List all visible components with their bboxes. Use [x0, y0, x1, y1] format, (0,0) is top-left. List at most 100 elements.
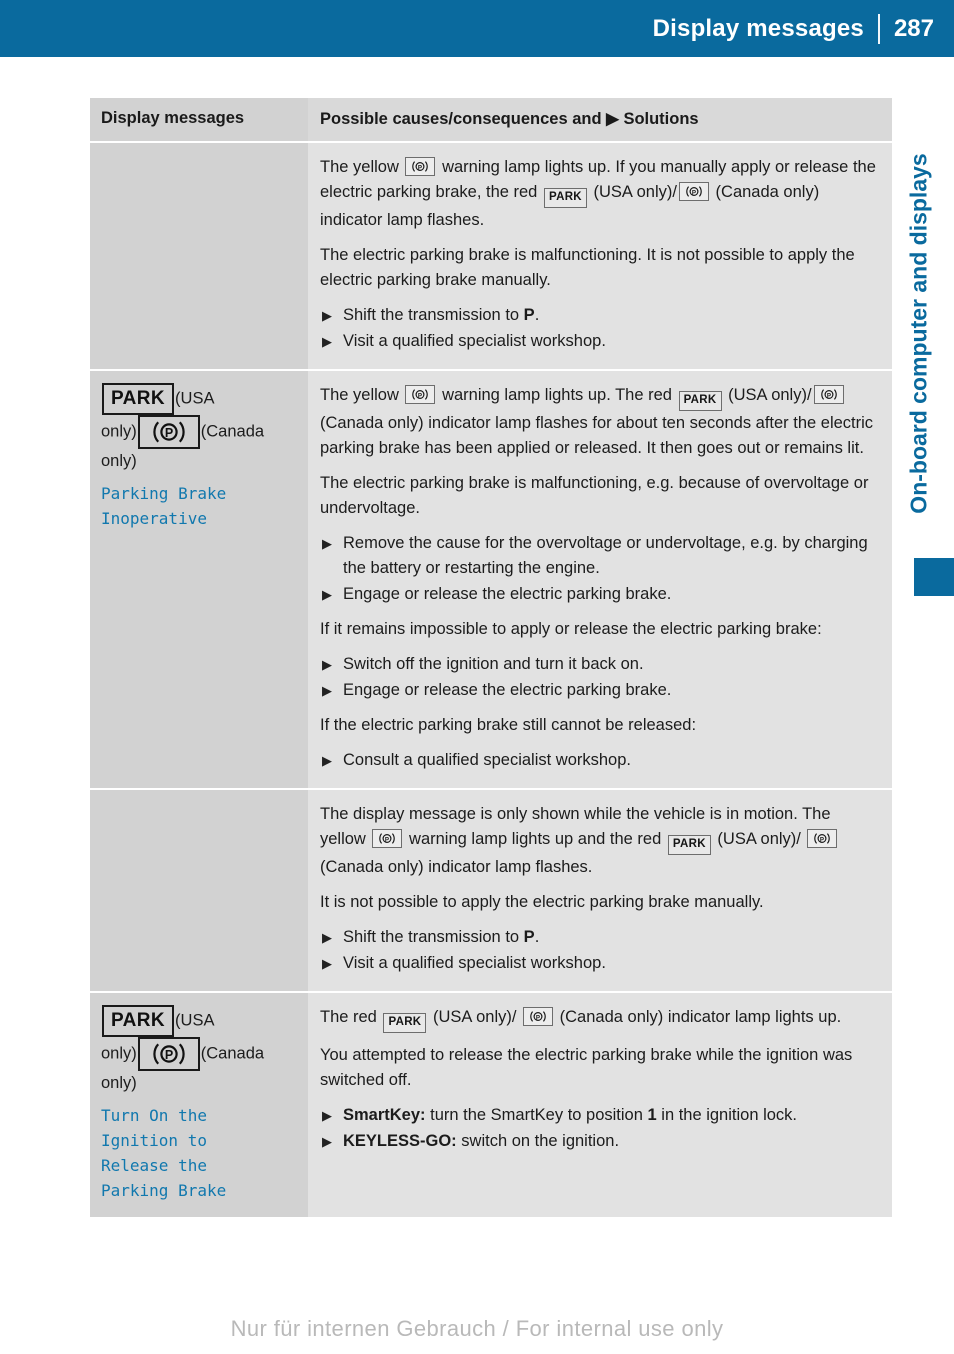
- list-item: ▶ Visit a qualified specialist workshop.: [320, 329, 878, 354]
- row3-p1-text-c: (USA only)/: [717, 830, 801, 848]
- row4-icon-line-2: only) P (Canada: [101, 1037, 296, 1071]
- row3-bullet1-b: P: [523, 928, 535, 946]
- row2-icon-line: PARK (USA: [101, 383, 296, 415]
- row4-paragraph-2: You attempted to release the electric pa…: [320, 1046, 853, 1089]
- row2-only-close-2: only): [101, 452, 137, 470]
- row4-p1-text-a: The red: [320, 1008, 377, 1026]
- table-header-row: Display messages Possible causes/consequ…: [90, 98, 892, 141]
- row2-solutions-list-3: ▶ Consult a qualified specialist workshop…: [320, 748, 878, 773]
- row2-display-message: Parking Brake Inoperative: [101, 481, 296, 531]
- brake-warning-lamp-icon: P: [137, 415, 200, 449]
- row4-message-line-2: Ignition to: [101, 1131, 207, 1150]
- svg-text:P: P: [385, 837, 389, 844]
- row2-bullet3: Switch off the ignition and turn it back…: [343, 655, 644, 673]
- svg-text:P: P: [826, 393, 830, 400]
- row2-solutions-list-2: ▶ Switch off the ignition and turn it bac…: [320, 652, 878, 703]
- row2-bullet1: Remove the cause for the overvoltage or …: [343, 534, 868, 577]
- row4-canada-open: (Canada: [200, 1044, 265, 1063]
- row3-paragraph-2: It is not possible to apply the electric…: [320, 893, 764, 911]
- row3-solutions-list: ▶ Shift the transmission to P. ▶ Visit a q…: [320, 925, 878, 976]
- row3-paragraph-1: The display message is only shown while …: [320, 802, 878, 880]
- row2-p1-text-c: (USA only)/: [728, 386, 812, 404]
- bullet-triangle-icon: ▶: [322, 587, 332, 602]
- row4-message-line-1: Turn On the: [101, 1106, 207, 1125]
- row2-paragraph-3: If it remains impossible to apply or rel…: [320, 620, 822, 638]
- row4-p1-text-c: (Canada only) indicator lamp lights up.: [559, 1008, 842, 1026]
- list-item: ▶ Switch off the ignition and turn it bac…: [320, 652, 878, 677]
- solutions-triangle-icon: ▶: [606, 110, 619, 128]
- svg-text:P: P: [536, 1015, 540, 1022]
- row4-solutions-list: ▶ SmartKey: turn the SmartKey to position…: [320, 1103, 878, 1154]
- row3-causes-cell: The display message is only shown while …: [308, 790, 892, 991]
- brake-warning-lamp-icon: P: [137, 1037, 200, 1071]
- chapter-tab-marker: [914, 558, 954, 596]
- row2-solutions-list-1: ▶ Remove the cause for the overvoltage or…: [320, 531, 878, 607]
- row2-only-close: only): [101, 422, 137, 441]
- footer-watermark: Nur für internen Gebrauch / For internal…: [230, 1316, 724, 1341]
- row2-causes-cell: The yellow P warning lamp lights up. The…: [308, 371, 892, 788]
- row4-paragraph-1: The red PARK (USA only)/ P (Canada only)…: [320, 1005, 878, 1033]
- list-item: ▶ Engage or release the electric parking …: [320, 678, 878, 703]
- row4-bullet1-label: SmartKey:: [343, 1106, 426, 1124]
- table-header-cell-right: Possible causes/consequences and ▶ Solut…: [308, 98, 892, 141]
- svg-text:P: P: [418, 393, 422, 400]
- list-item: ▶ Visit a qualified specialist workshop.: [320, 951, 878, 976]
- row2-bullet5: Consult a qualified specialist workshop.: [343, 751, 631, 769]
- list-item: ▶ Shift the transmission to P.: [320, 303, 878, 328]
- row1-causes-cell: The yellow P warning lamp lights up. If …: [308, 143, 892, 369]
- svg-text:P: P: [165, 426, 173, 440]
- brake-warning-lamp-icon: P: [678, 182, 709, 201]
- row1-bullet2: Visit a qualified specialist workshop.: [343, 332, 606, 350]
- row4-message-cell: PARK (USA only) P (Canada only) Turn On t…: [90, 993, 308, 1217]
- row1-bullet1-c: .: [534, 306, 540, 324]
- page-title: Display messages: [652, 15, 864, 42]
- row2-p1-text-a: The yellow: [320, 386, 399, 404]
- row4-bullet2-b: switch on the ignition.: [456, 1132, 620, 1150]
- header-divider: [877, 13, 880, 44]
- svg-text:P: P: [820, 837, 824, 844]
- row2-usa-open: (USA: [175, 389, 215, 408]
- row4-bullet1-d: in the ignition lock.: [656, 1106, 798, 1124]
- column-header-causes-prefix: Possible causes/consequences and: [320, 110, 602, 128]
- row3-p1-text-d: (Canada only) indicator lamp flashes.: [320, 858, 593, 876]
- brake-warning-lamp-icon: P: [807, 829, 838, 848]
- bullet-triangle-icon: ▶: [322, 753, 332, 768]
- row1-paragraph-2: The electric parking brake is malfunctio…: [320, 246, 855, 289]
- column-header-display-messages: Display messages: [101, 109, 245, 127]
- svg-text:P: P: [692, 190, 696, 197]
- row4-icon-line: PARK (USA: [101, 1005, 296, 1037]
- row4-causes-cell: The red PARK (USA only)/ P (Canada only)…: [308, 993, 892, 1217]
- row2-bullet2: Engage or release the electric parking b…: [343, 585, 672, 603]
- table-row: PARK (USA only) P (Canada only) Turn On t…: [90, 991, 892, 1217]
- row3-p1-text-b: warning lamp lights up and the red: [409, 830, 662, 848]
- row2-message-cell: PARK (USA only) P (Canada only) Parking B…: [90, 371, 308, 788]
- page-header-bar: Display messages 287: [0, 0, 954, 57]
- list-item: ▶ Shift the transmission to P.: [320, 925, 878, 950]
- row4-bullet1-b: turn the SmartKey to position: [425, 1106, 648, 1124]
- row3-message-cell: [90, 790, 308, 991]
- park-indicator-icon: PARK: [102, 1005, 175, 1037]
- row2-paragraph-1: The yellow P warning lamp lights up. The…: [320, 383, 878, 461]
- row2-p1-text-b: warning lamp lights up. The red: [442, 386, 672, 404]
- row4-bullet1-position: 1: [647, 1106, 657, 1124]
- row1-message-cell: [90, 143, 308, 369]
- row4-message-line-3: Release the: [101, 1156, 207, 1175]
- row4-only-close: only): [101, 1044, 137, 1063]
- row2-bullet4: Engage or release the electric parking b…: [343, 681, 672, 699]
- row1-p1-text-a: The yellow: [320, 158, 399, 176]
- bullet-triangle-icon: ▶: [322, 536, 332, 551]
- page-number: 287: [893, 15, 934, 42]
- list-item: ▶ Remove the cause for the overvoltage or…: [320, 531, 878, 581]
- svg-text:P: P: [418, 165, 422, 172]
- row2-paragraph-4: If the electric parking brake still cann…: [320, 716, 697, 734]
- park-indicator-icon: PARK: [667, 835, 711, 855]
- list-item: ▶ SmartKey: turn the SmartKey to position…: [320, 1103, 878, 1128]
- row4-usa-open: (USA: [175, 1011, 215, 1030]
- row2-message-line-2: Inoperative: [101, 509, 207, 528]
- brake-warning-lamp-icon: P: [523, 1007, 554, 1026]
- page-header-inner: Display messages 287: [653, 0, 954, 57]
- brake-warning-lamp-icon: P: [405, 157, 436, 176]
- display-messages-table: Display messages Possible causes/consequ…: [90, 98, 892, 1217]
- row2-message-line-1: Parking Brake: [101, 484, 227, 503]
- bullet-triangle-icon: ▶: [322, 683, 332, 698]
